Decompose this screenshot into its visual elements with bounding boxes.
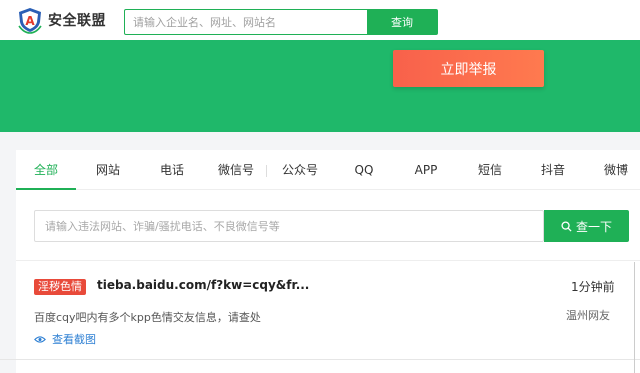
reported-url[interactable]: tieba.baidu.com/f?kw=cqy&fr... — [97, 278, 309, 292]
reporter-location: 温州网友 — [566, 309, 610, 322]
logo-text: 安全联盟 — [48, 13, 106, 29]
content-panel: 全部 网站 电话 微信号 公众号 QQ APP 短信 抖音 微博 查一下 淫秽色… — [16, 150, 640, 373]
tab-website[interactable]: 网站 — [78, 150, 138, 190]
tab-sms[interactable]: 短信 — [460, 150, 520, 190]
tab-weibo[interactable]: 微博 — [586, 150, 640, 190]
query-button[interactable]: 查一下 — [544, 210, 629, 242]
tab-douyin[interactable]: 抖音 — [523, 150, 583, 190]
svg-text:A: A — [25, 14, 35, 28]
top-bar: A 安全联盟 查询 — [0, 0, 640, 40]
view-screenshot-link[interactable]: 查看截图 — [34, 331, 96, 347]
scrollbar[interactable] — [634, 262, 638, 373]
header-search-input[interactable] — [125, 10, 367, 34]
tab-official-account[interactable]: 公众号 — [270, 150, 330, 190]
filter-search-input[interactable] — [35, 211, 543, 241]
view-screenshot-label: 查看截图 — [52, 333, 96, 346]
header-search: 查询 — [124, 9, 438, 35]
tab-separator — [266, 165, 267, 177]
hero-banner: 立即举报 — [0, 40, 640, 132]
category-tag: 淫秽色情 — [34, 279, 86, 295]
report-list-item: 淫秽色情 tieba.baidu.com/f?kw=cqy&fr... 1分钟前… — [16, 261, 640, 373]
tab-phone[interactable]: 电话 — [142, 150, 202, 190]
category-tabs: 全部 网站 电话 微信号 公众号 QQ APP 短信 抖音 微博 — [16, 150, 640, 190]
report-button[interactable]: 立即举报 — [393, 50, 544, 87]
tab-app[interactable]: APP — [396, 150, 456, 190]
report-description: 百度cqy吧内有多个kpp色情交友信息，请查处 — [34, 311, 261, 324]
query-button-label: 查一下 — [575, 219, 612, 234]
logo[interactable]: A 安全联盟 — [16, 6, 106, 34]
eye-icon — [34, 335, 46, 343]
tab-wechat[interactable]: 微信号 — [206, 150, 266, 190]
item-bottom-border — [0, 359, 640, 360]
shield-logo-icon: A — [16, 6, 44, 34]
tab-all[interactable]: 全部 — [16, 150, 76, 190]
tab-qq[interactable]: QQ — [334, 150, 394, 190]
active-tab-indicator — [16, 188, 76, 190]
search-icon — [561, 220, 572, 232]
header-search-button[interactable]: 查询 — [367, 10, 437, 34]
filter-search — [34, 210, 544, 242]
report-time: 1分钟前 — [571, 280, 615, 294]
